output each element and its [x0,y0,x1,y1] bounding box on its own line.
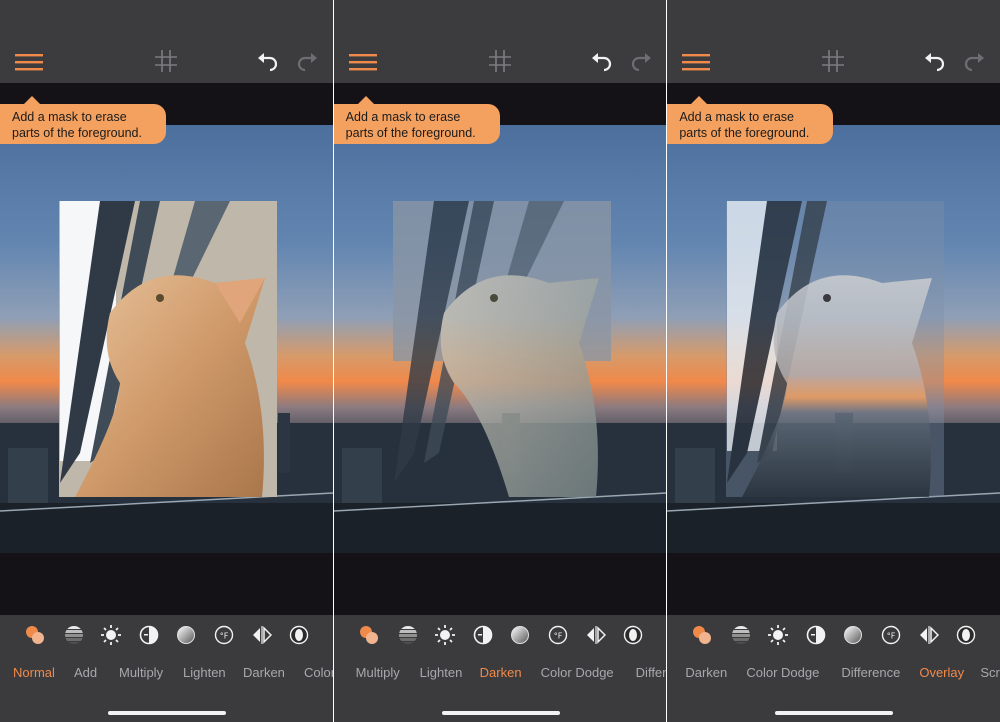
comparison-stage: Add a mask to erase parts of the foregro… [0,0,1000,722]
blend-mode-darken[interactable]: Darken [685,665,727,680]
tooltip-line-1: Add a mask to erase [12,110,127,124]
blend-mode-difference[interactable]: Differe [636,665,667,680]
blend-mode-color[interactable]: Color [304,665,333,680]
tooltip-line-1: Add a mask to erase [679,110,794,124]
menu-icon[interactable] [15,52,43,72]
brightness-icon[interactable] [101,625,121,645]
blend-mode-normal[interactable]: Normal [13,665,55,680]
contrast-icon[interactable] [139,625,159,645]
contrast-icon[interactable] [806,625,826,645]
panel-normal: Add a mask to erase parts of the foregro… [0,0,333,722]
mask-tooltip[interactable]: Add a mask to erase parts of the foregro… [0,96,166,144]
vignette-icon[interactable] [956,625,976,645]
vignette-icon[interactable] [289,625,309,645]
blend-mode-list[interactable]: Normal Add Multiply Lighten Darken Color [0,665,333,685]
home-indicator [775,711,894,715]
home-indicator [441,711,560,715]
blend-mode-add[interactable]: Add [74,665,97,680]
gradient-circle-icon[interactable] [510,625,530,645]
panel-darken: Add a mask to erase parts of the foregro… [333,0,667,722]
temperature-icon[interactable]: °F [214,625,234,645]
blend-mode-multiply[interactable]: Multiply [119,665,163,680]
panel-overlay: Add a mask to erase parts of the foregro… [667,0,1000,722]
gradient-circle-icon[interactable] [176,625,196,645]
blend-toolbar: °F Multiply Lighten Darken Color Dodge D… [333,615,667,722]
photo-canvas[interactable] [667,83,1000,615]
flip-icon[interactable] [586,625,606,645]
blend-mode-difference[interactable]: Difference [841,665,900,680]
blend-toolbar: °F Darken Color Dodge Difference Overlay… [667,615,1000,722]
top-toolbar [0,0,333,83]
svg-text:°F: °F [553,632,562,641]
blend-mode-lighten[interactable]: Lighten [420,665,463,680]
blend-mode-darken[interactable]: Darken [243,665,285,680]
blend-mode-overlay[interactable]: Overlay [919,665,964,680]
layers-blend-icon[interactable] [692,625,712,645]
blend-mode-color-dodge[interactable]: Color Dodge [541,665,614,680]
contrast-icon[interactable] [473,625,493,645]
top-toolbar [667,0,1000,83]
undo-icon[interactable] [257,52,279,72]
tooltip-line-2: parts of the foreground. [679,126,810,140]
blend-mode-darken[interactable]: Darken [480,665,522,680]
blend-mode-multiply[interactable]: Multiply [356,665,400,680]
blend-mode-lighten[interactable]: Lighten [183,665,226,680]
mask-tooltip[interactable]: Add a mask to erase parts of the foregro… [667,96,834,144]
redo-icon[interactable] [296,52,318,72]
blend-toolbar: °F Normal Add Multiply Lighten Darken Co… [0,615,333,722]
photo-canvas[interactable] [333,83,667,615]
photo-canvas[interactable] [0,83,333,615]
vignette-icon[interactable] [623,625,643,645]
redo-icon[interactable] [630,52,652,72]
gradient-circle-icon[interactable] [843,625,863,645]
mask-tooltip[interactable]: Add a mask to erase parts of the foregro… [333,96,500,144]
redo-icon[interactable] [963,52,985,72]
temperature-icon[interactable]: °F [881,625,901,645]
brightness-icon[interactable] [768,625,789,645]
menu-icon[interactable] [682,52,711,72]
tooltip-line-2: parts of the foreground. [12,126,142,140]
stripes-icon[interactable] [731,625,751,645]
grid-icon[interactable] [155,50,177,72]
grid-icon[interactable] [822,50,845,72]
brightness-icon[interactable] [434,625,455,645]
stripes-icon[interactable] [64,625,84,645]
blend-mode-color-dodge[interactable]: Color Dodge [746,665,819,680]
flip-icon[interactable] [919,625,940,645]
temperature-icon[interactable]: °F [548,625,568,645]
layers-blend-icon[interactable] [25,625,45,645]
blend-mode-screen[interactable]: Scre [980,665,1000,680]
blend-mode-list[interactable]: Darken Color Dodge Difference Overlay Sc… [667,665,1000,685]
layers-blend-icon[interactable] [359,625,379,645]
grid-icon[interactable] [488,50,511,72]
undo-icon[interactable] [591,52,613,72]
svg-text:°F: °F [887,632,896,641]
tooltip-line-2: parts of the foreground. [345,126,476,140]
top-toolbar [333,0,667,83]
undo-icon[interactable] [924,52,946,72]
blend-mode-list[interactable]: Multiply Lighten Darken Color Dodge Diff… [334,665,667,685]
stripes-icon[interactable] [398,625,418,645]
menu-icon[interactable] [348,52,377,72]
home-indicator [108,711,226,715]
svg-text:°F: °F [220,632,229,641]
flip-icon[interactable] [252,625,272,645]
tooltip-line-1: Add a mask to erase [345,110,461,124]
